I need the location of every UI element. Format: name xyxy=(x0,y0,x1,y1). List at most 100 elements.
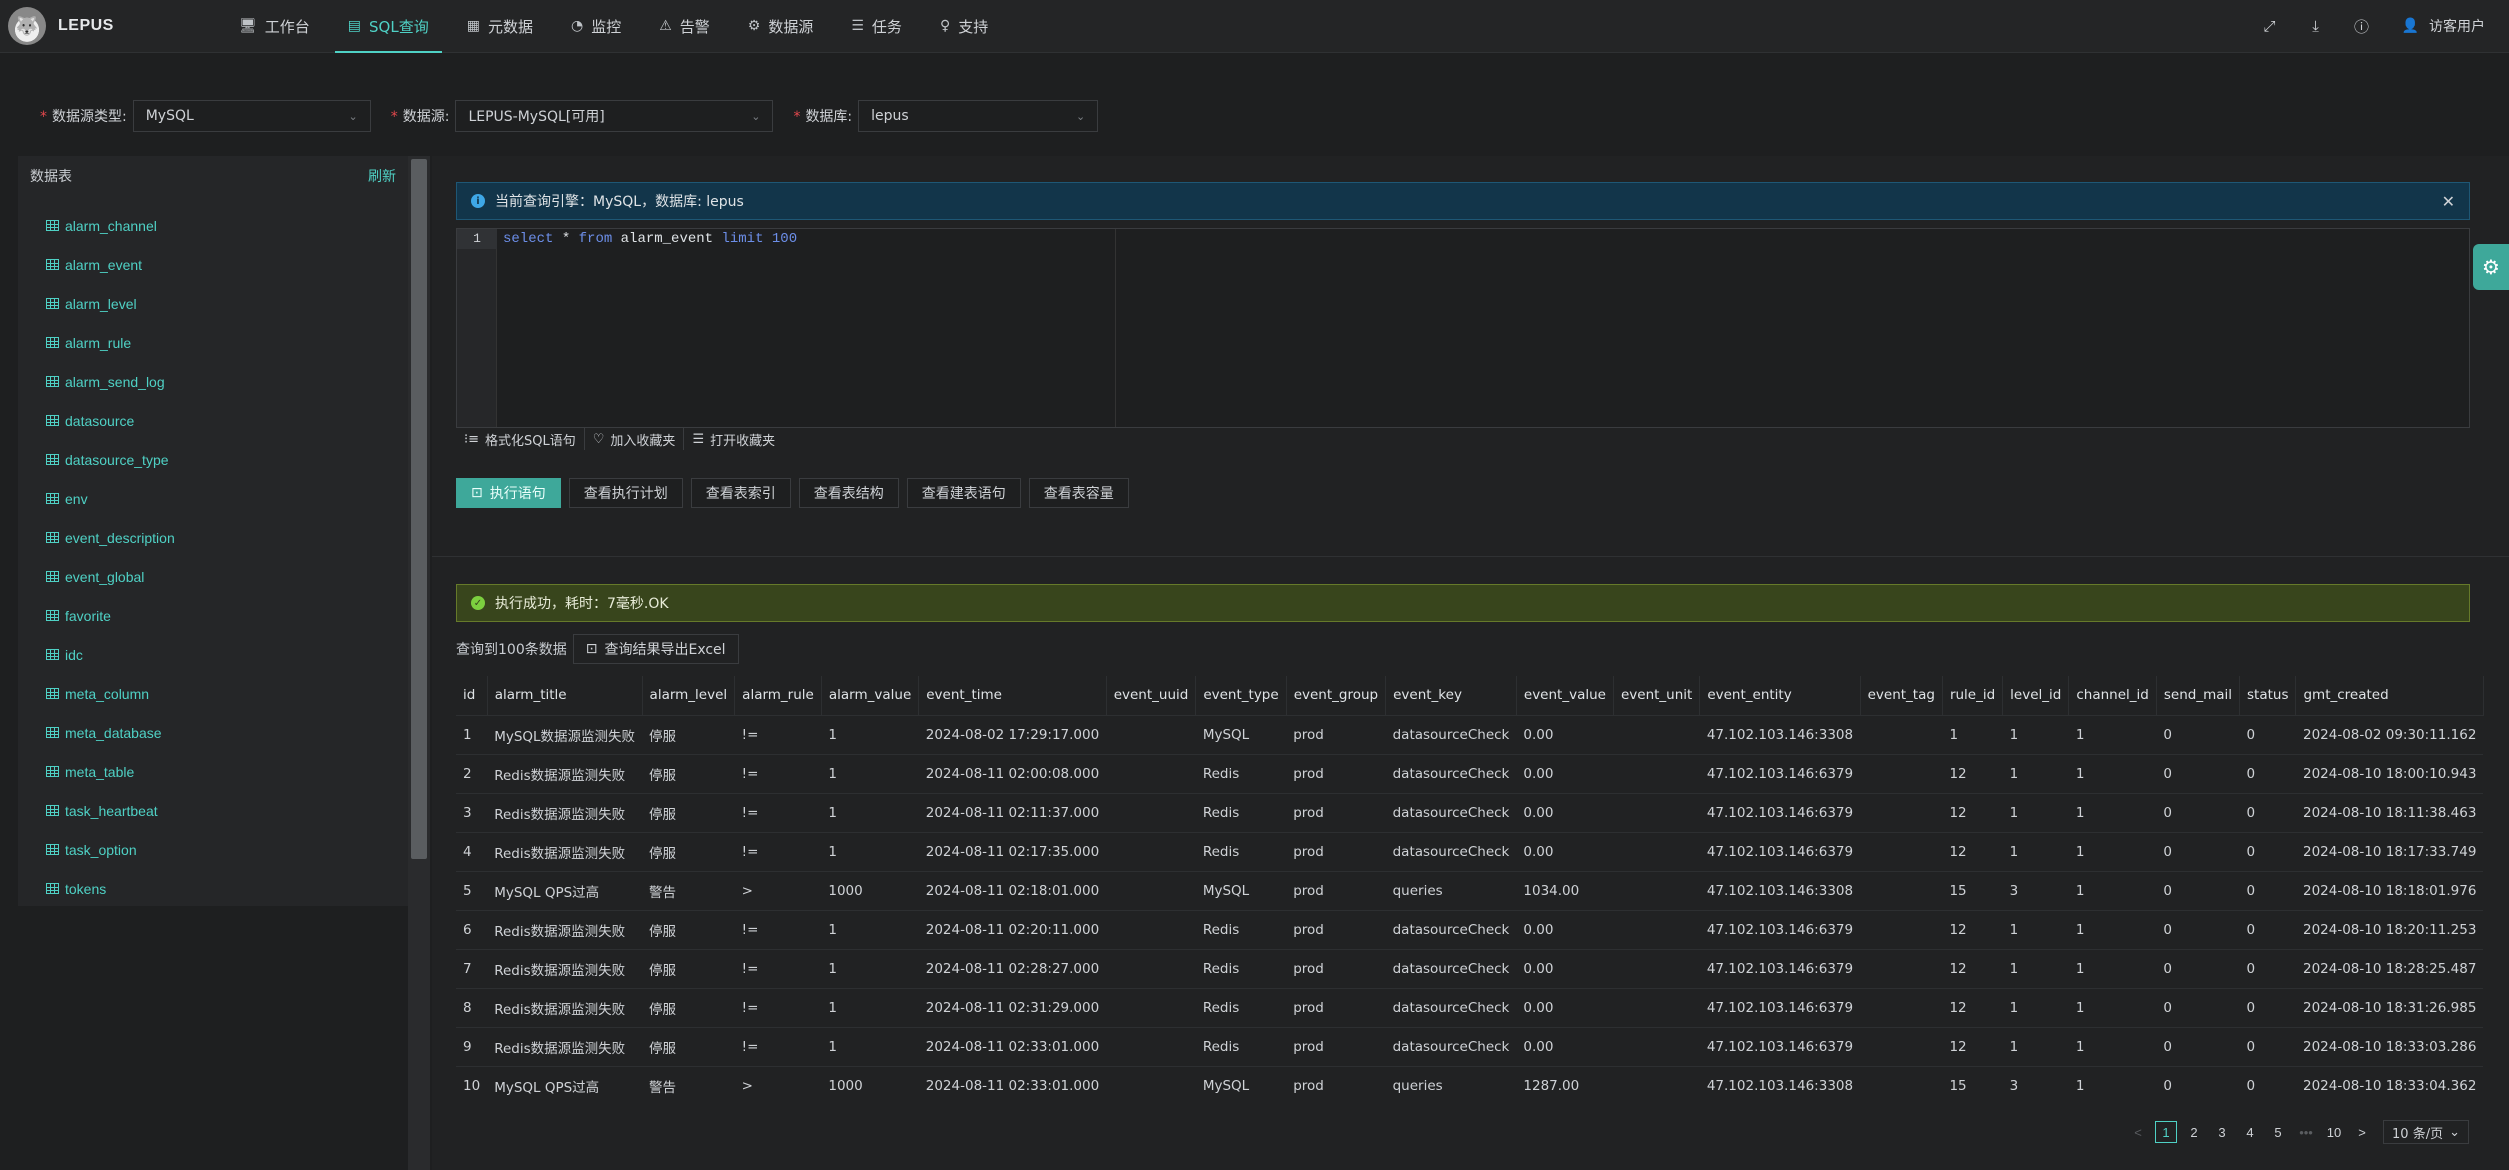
refresh-link[interactable]: 刷新 xyxy=(368,166,396,186)
column-header[interactable]: event_tag xyxy=(1860,676,1943,715)
sidebar-table-item[interactable]: favorite xyxy=(46,596,408,635)
nav-item-3[interactable]: ◔ 监控 xyxy=(552,0,640,53)
scrollbar-thumb[interactable] xyxy=(411,159,427,859)
structure-button[interactable]: 查看表结构 xyxy=(798,478,899,508)
datasource-type-select[interactable]: MySQL ⌄ xyxy=(132,100,371,132)
execute-button[interactable]: ⊡ 执行语句 xyxy=(456,478,561,508)
sidebar-table-item[interactable]: meta_database xyxy=(46,713,408,752)
sidebar-table-item[interactable]: env xyxy=(46,479,408,518)
table-cell: 1 xyxy=(2002,792,2069,832)
page-button[interactable]: 2 xyxy=(2183,1121,2205,1143)
column-header[interactable]: id xyxy=(456,676,488,715)
table-cell xyxy=(1860,909,1943,949)
column-header[interactable]: alarm_rule xyxy=(734,676,822,715)
nav-item-2[interactable]: ▦ 元数据 xyxy=(448,0,552,53)
column-header[interactable]: event_uuid xyxy=(1106,676,1197,715)
table-row[interactable]: 1 MySQL数据源监测失败 停服 != 1 2024-08-02 17:29:17.00… xyxy=(456,714,2484,754)
nav-item-7[interactable]: ♀ 支持 xyxy=(921,0,1007,53)
page-button[interactable]: 1 xyxy=(2155,1121,2178,1143)
column-header[interactable]: event_unit xyxy=(1613,676,1701,715)
sidebar-table-item[interactable]: event_global xyxy=(46,557,408,596)
open-favorites-button[interactable]: ☰ 打开收藏夹 xyxy=(684,428,783,450)
database-select[interactable]: lepus ⌄ xyxy=(858,100,1099,132)
help-icon[interactable]: ⓘ xyxy=(2344,8,2380,44)
sidebar-scrollbar[interactable] xyxy=(408,156,430,1170)
last-page-button[interactable]: 10 xyxy=(2323,1121,2345,1143)
table-cell: 2024-08-11 02:17:35.000 xyxy=(918,831,1107,871)
column-header[interactable]: event_value xyxy=(1516,676,1614,715)
table-row[interactable]: 5 MySQL QPS过高 警告 >1000 2024-08-11 02:18:01.0… xyxy=(456,870,2484,910)
column-header[interactable]: event_key xyxy=(1385,676,1517,715)
sidebar-table-item[interactable]: idc xyxy=(46,635,408,674)
column-header[interactable]: channel_id xyxy=(2068,676,2157,715)
column-header[interactable]: alarm_value xyxy=(821,676,920,715)
download-icon[interactable]: ⤓ xyxy=(2298,8,2334,44)
code-line[interactable]: select * from alarm_event limit 100 xyxy=(503,229,797,249)
table-row[interactable]: 8 Redis数据源监测失败 停服 != 1 2024-08-11 02:31:29.00… xyxy=(456,987,2484,1027)
nav-item-1[interactable]: ▤ SQL查询 xyxy=(329,0,448,53)
sidebar-table-item[interactable]: datasource_type xyxy=(46,440,408,479)
sidebar-table-item[interactable]: alarm_rule xyxy=(46,323,408,362)
column-header[interactable]: alarm_level xyxy=(642,676,736,715)
add-favorite-button[interactable]: ♡ 加入收藏夹 xyxy=(585,428,685,450)
sidebar-table-item[interactable]: alarm_send_log xyxy=(46,362,408,401)
table-row[interactable]: 9 Redis数据源监测失败 停服 != 1 2024-08-11 02:33:01.00… xyxy=(456,1026,2484,1066)
page-button[interactable]: 3 xyxy=(2211,1121,2233,1143)
column-header[interactable]: alarm_title xyxy=(487,676,643,715)
table-row[interactable]: 10 MySQL QPS过高 警告 >1000 2024-08-11 02:33:01.… xyxy=(456,1065,2484,1105)
prev-page-button[interactable]: < xyxy=(2127,1121,2149,1143)
table-row[interactable]: 7 Redis数据源监测失败 停服 != 1 2024-08-11 02:28:27.00… xyxy=(456,948,2484,988)
sidebar-table-item[interactable]: meta_column xyxy=(46,674,408,713)
export-excel-button[interactable]: ⊡ 查询结果导出Excel xyxy=(572,634,739,664)
column-header[interactable]: send_mail xyxy=(2156,676,2241,715)
logo[interactable]: 🐺 LEPUS xyxy=(0,7,220,45)
sidebar-table-item[interactable]: meta_table xyxy=(46,752,408,791)
main-nav: 🖥 工作台 ▤ SQL查询 ▦ 元数据 ◔ 监控 ⚠ 告警 ⚙ 数据源 ☰ 任务 ♀ 支持 xyxy=(220,0,1007,53)
column-header[interactable]: gmt_created xyxy=(2295,676,2484,715)
page-button[interactable]: 4 xyxy=(2239,1121,2261,1143)
ddl-button[interactable]: 查看建表语句 xyxy=(906,478,1021,508)
column-header[interactable]: event_entity xyxy=(1699,676,1861,715)
datasource-label: * 数据源: xyxy=(390,109,450,125)
column-header[interactable]: event_time xyxy=(918,676,1107,715)
column-header[interactable]: event_group xyxy=(1286,676,1387,715)
datasource-select[interactable]: LEPUS-MySQL[可用] ⌄ xyxy=(455,100,774,132)
table-row[interactable]: 2 Redis数据源监测失败 停服 != 1 2024-08-11 02:00:08.00… xyxy=(456,753,2484,793)
fullscreen-icon[interactable]: ⤢ xyxy=(2252,8,2288,44)
table-cell: 47.102.103.146:6379 xyxy=(1699,792,1861,832)
sidebar-table-item[interactable]: task_option xyxy=(46,830,408,869)
table-row[interactable]: 6 Redis数据源监测失败 停服 != 1 2024-08-11 02:20:11.00… xyxy=(456,909,2484,949)
capacity-button[interactable]: 查看表容量 xyxy=(1028,478,1129,508)
column-header[interactable]: level_id xyxy=(2002,676,2070,715)
sql-editor[interactable]: 1 select * from alarm_event limit 100 xyxy=(456,228,2470,428)
user-menu[interactable]: 👤 访客用户 xyxy=(2402,16,2485,36)
sidebar-table-item[interactable]: event_description xyxy=(46,518,408,557)
more-pages-button[interactable]: ••• xyxy=(2295,1121,2317,1143)
nav-item-4[interactable]: ⚠ 告警 xyxy=(640,0,729,53)
table-row[interactable]: 4 Redis数据源监测失败 停服 != 1 2024-08-11 02:17:35.00… xyxy=(456,831,2484,871)
column-header[interactable]: status xyxy=(2239,676,2297,715)
sidebar-table-item[interactable]: alarm_level xyxy=(46,284,408,323)
format-sql-button[interactable]: ⁝≡ 格式化SQL语句 xyxy=(456,428,585,450)
column-header[interactable]: event_type xyxy=(1195,676,1287,715)
nav-item-6[interactable]: ☰ 任务 xyxy=(832,0,921,53)
monitor-icon: 🖥 xyxy=(239,18,257,34)
table-grid-icon xyxy=(46,766,59,777)
sidebar-table-item[interactable]: task_heartbeat xyxy=(46,791,408,830)
nav-item-0[interactable]: 🖥 工作台 xyxy=(220,0,329,53)
sidebar-table-item[interactable]: datasource xyxy=(46,401,408,440)
settings-gear-icon[interactable]: ⚙ xyxy=(2473,244,2509,290)
next-page-button[interactable]: > xyxy=(2351,1121,2373,1143)
close-icon[interactable]: ✕ xyxy=(2442,192,2455,211)
table-row[interactable]: 3 Redis数据源监测失败 停服 != 1 2024-08-11 02:11:37.00… xyxy=(456,792,2484,832)
page-button[interactable]: 5 xyxy=(2267,1121,2289,1143)
sidebar-table-item[interactable]: alarm_channel xyxy=(46,206,408,245)
explain-button[interactable]: 查看执行计划 xyxy=(568,478,683,508)
table-grid-icon xyxy=(46,298,59,309)
column-header[interactable]: rule_id xyxy=(1942,676,2004,715)
indexes-button[interactable]: 查看表索引 xyxy=(690,478,791,508)
nav-item-5[interactable]: ⚙ 数据源 xyxy=(729,0,833,53)
page-size-select[interactable]: 10 条/页 ⌄ xyxy=(2383,1120,2469,1144)
sidebar-table-item[interactable]: alarm_event xyxy=(46,245,408,284)
sidebar-table-item[interactable]: tokens xyxy=(46,869,408,908)
